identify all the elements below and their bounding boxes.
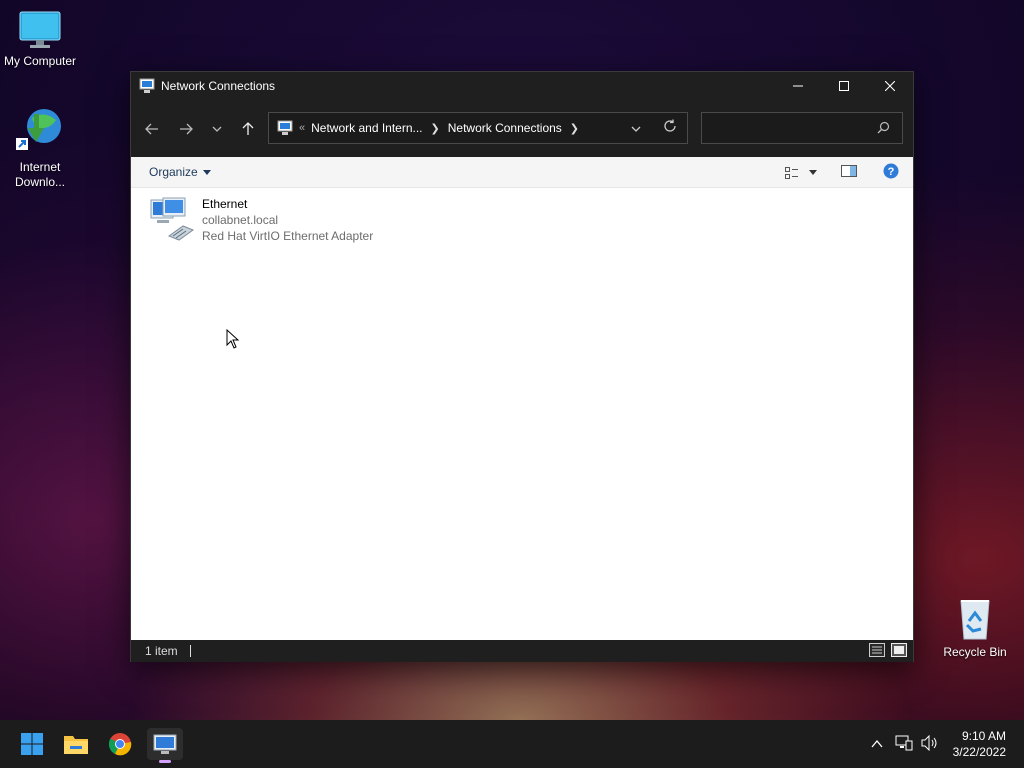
- recycle-bin-icon: [960, 600, 990, 640]
- file-list[interactable]: Ethernet collabnet.local Red Hat VirtIO …: [131, 188, 913, 640]
- desktop-icon-label: Internet Downlo...: [14, 160, 66, 189]
- breadcrumb-network-connections[interactable]: Network Connections: [448, 121, 562, 135]
- minimize-button[interactable]: [775, 72, 821, 100]
- svg-text:?: ?: [888, 166, 895, 178]
- caret-down-icon: [202, 169, 211, 175]
- start-icon: [21, 733, 43, 755]
- breadcrumb-chevron-icon[interactable]: ❯: [431, 122, 440, 135]
- volume-icon: [921, 734, 937, 751]
- network-connections-icon: [139, 78, 155, 93]
- preview-pane-icon: [841, 165, 857, 177]
- large-icons-view-button[interactable]: [891, 643, 907, 660]
- status-divider: [189, 645, 191, 657]
- status-bar: 1 item: [131, 640, 913, 662]
- maximize-button[interactable]: [821, 72, 867, 100]
- desktop-icon-label: My Computer: [3, 54, 77, 68]
- forward-button[interactable]: [169, 114, 203, 144]
- chevron-down-icon: [631, 126, 641, 132]
- help-icon: ?: [883, 163, 899, 179]
- organize-button[interactable]: Organize: [149, 165, 211, 179]
- minimize-icon: [793, 85, 803, 87]
- change-view-button[interactable]: [785, 166, 817, 179]
- search-box[interactable]: [701, 112, 903, 144]
- close-button[interactable]: [867, 72, 913, 100]
- close-icon: [885, 81, 895, 91]
- arrow-up-icon: [242, 121, 254, 135]
- system-tray: 9:10 AM 3/22/2022: [871, 720, 1024, 768]
- navigation-bar: « Network and Intern... ❯ Network Connec…: [131, 100, 913, 157]
- search-input[interactable]: [710, 113, 870, 143]
- start-button[interactable]: [14, 728, 50, 760]
- file-explorer-icon: [64, 736, 88, 754]
- recent-locations-button[interactable]: [203, 114, 231, 144]
- taskbar-chrome[interactable]: [102, 728, 138, 760]
- breadcrumb-overflow[interactable]: «: [299, 122, 305, 134]
- item-network: collabnet.local: [202, 213, 279, 227]
- maximize-icon: [839, 81, 849, 91]
- desktop-icon-internet-download-manager[interactable]: Internet Downlo...: [0, 106, 80, 190]
- address-dropdown-button[interactable]: [631, 121, 641, 135]
- taskbar-file-explorer[interactable]: [58, 728, 94, 760]
- taskbar-network-connections[interactable]: [147, 728, 183, 763]
- clock-time: 9:10 AM: [961, 729, 1006, 743]
- internet-download-manager-icon: [16, 109, 61, 150]
- breadcrumb-network-and-internet[interactable]: Network and Intern...: [311, 121, 422, 135]
- network-connections-window: Network Connections « Network and Intern…: [130, 71, 914, 662]
- chevron-down-icon: [212, 126, 222, 132]
- organize-label: Organize: [149, 165, 198, 179]
- desktop-icon-my-computer[interactable]: My Computer: [0, 10, 80, 69]
- details-view-icon: [869, 643, 885, 657]
- up-button[interactable]: [231, 114, 265, 144]
- breadcrumb-chevron-icon[interactable]: ❯: [570, 122, 579, 135]
- desktop-icon-label: Recycle Bin: [943, 645, 1007, 659]
- command-bar: Organize ?: [131, 157, 913, 188]
- details-view-button[interactable]: [869, 643, 885, 660]
- list-item-ethernet[interactable]: Ethernet collabnet.local Red Hat VirtIO …: [147, 196, 373, 244]
- preview-pane-button[interactable]: [841, 165, 857, 180]
- clock[interactable]: 9:10 AM 3/22/2022: [953, 728, 1006, 760]
- chrome-icon: [108, 733, 132, 756]
- search-icon[interactable]: [877, 121, 890, 137]
- clock-date: 3/22/2022: [952, 745, 1006, 759]
- desktop-icon-recycle-bin[interactable]: Recycle Bin: [935, 597, 1015, 660]
- network-connections-icon: [277, 120, 293, 135]
- address-bar[interactable]: « Network and Intern... ❯ Network Connec…: [268, 112, 688, 144]
- title-bar[interactable]: Network Connections: [131, 72, 913, 100]
- active-app-indicator: [159, 760, 171, 763]
- mouse-cursor-icon: [226, 329, 240, 349]
- network-connections-icon: [153, 734, 177, 754]
- monitor-icon: [19, 11, 61, 48]
- refresh-icon: [664, 119, 676, 132]
- volume-tray-button[interactable]: [921, 734, 939, 754]
- large-icons-view-icon: [891, 643, 907, 657]
- taskbar: 9:10 AM 3/22/2022: [0, 720, 1024, 768]
- back-button[interactable]: [135, 114, 169, 144]
- network-icon: [895, 735, 913, 750]
- caret-down-icon: [809, 170, 817, 175]
- item-adapter: Red Hat VirtIO Ethernet Adapter: [202, 229, 374, 243]
- help-button[interactable]: ?: [883, 163, 899, 182]
- arrow-right-icon: [180, 123, 193, 134]
- view-options-icon: [785, 166, 798, 179]
- item-name: Ethernet: [202, 197, 248, 211]
- refresh-button[interactable]: [663, 119, 677, 136]
- item-count: 1 item: [145, 644, 178, 658]
- chevron-up-icon: [871, 739, 883, 748]
- network-adapter-icon: [150, 197, 195, 241]
- arrow-left-icon: [145, 123, 158, 134]
- show-hidden-icons-button[interactable]: [871, 737, 883, 751]
- network-tray-button[interactable]: [895, 735, 913, 754]
- window-title: Network Connections: [161, 79, 276, 93]
